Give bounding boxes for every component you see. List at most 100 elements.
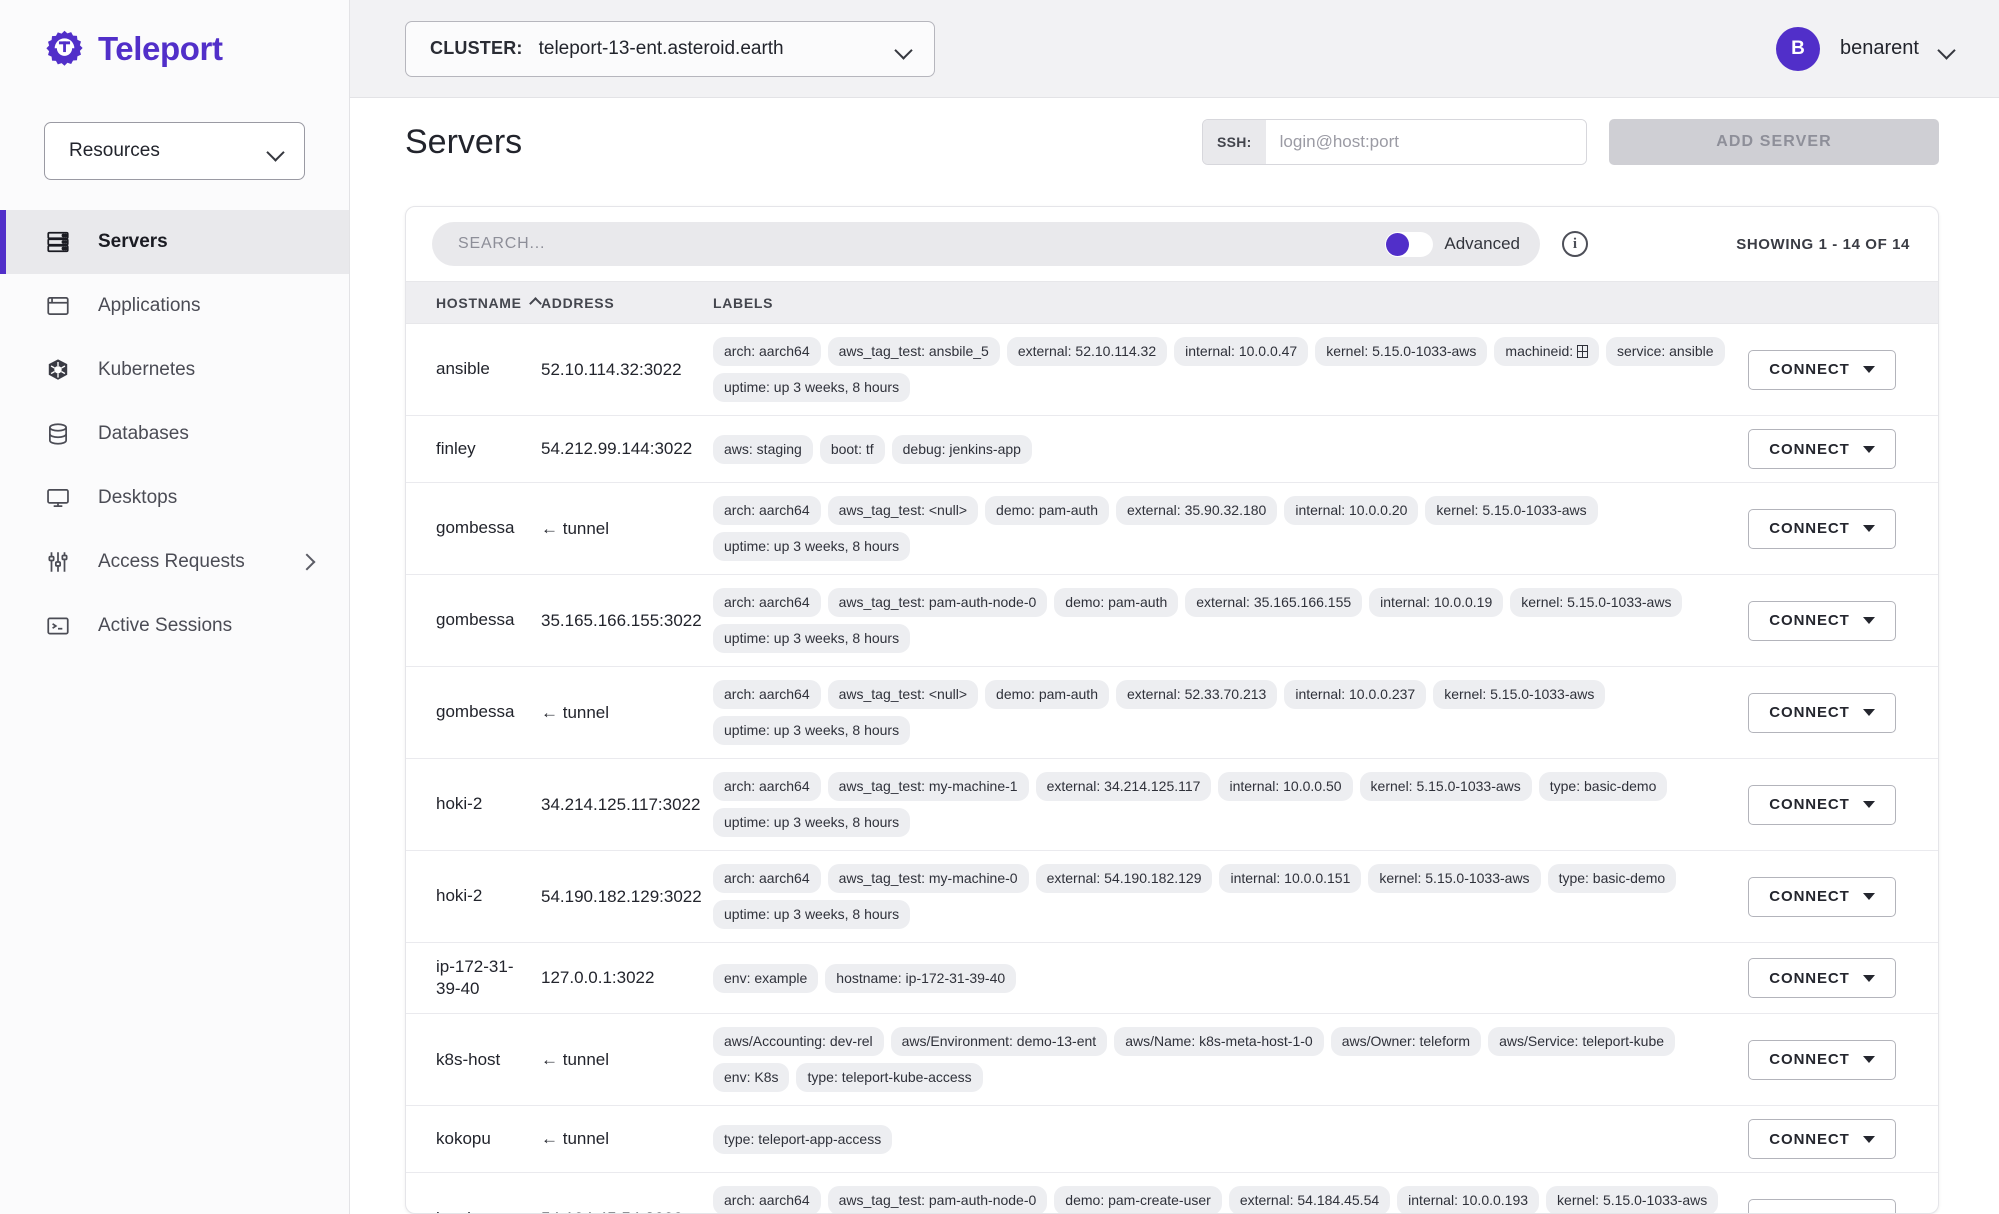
table-row[interactable]: local-pam54.184.45.54:3022arch: aarch64a… (406, 1172, 1938, 1213)
label-chip[interactable]: arch: aarch64 (713, 337, 821, 366)
label-chip[interactable]: arch: aarch64 (713, 772, 821, 801)
label-chip[interactable]: aws_tag_test: <null> (827, 496, 979, 525)
label-chip[interactable]: demo: pam-auth (1054, 588, 1179, 617)
label-chip[interactable]: type: teleport-kube-access (796, 1063, 983, 1093)
label-chip[interactable]: internal: 10.0.0.50 (1218, 772, 1353, 801)
label-chip[interactable]: boot: tf (819, 434, 885, 464)
label-chip[interactable]: arch: aarch64 (713, 864, 821, 893)
advanced-toggle[interactable] (1385, 231, 1434, 257)
add-server-button[interactable]: ADD SERVER (1609, 119, 1939, 165)
label-chip[interactable]: demo: pam-auth (985, 680, 1109, 709)
label-chip[interactable]: external: 52.33.70.213 (1115, 680, 1278, 709)
label-chip[interactable]: aws/Environment: demo-13-ent (890, 1027, 1108, 1057)
label-chip[interactable]: debug: jenkins-app (891, 434, 1032, 464)
label-chip[interactable]: aws/Accounting: dev-rel (713, 1027, 884, 1057)
sidebar-item-access-requests[interactable]: Access Requests (0, 530, 349, 594)
label-chip[interactable]: external: 52.10.114.32 (1006, 337, 1168, 366)
label-chip[interactable]: arch: aarch64 (713, 1186, 821, 1213)
sidebar-item-kubernetes[interactable]: Kubernetes (0, 338, 349, 402)
label-chip[interactable]: aws/Name: k8s-meta-host-1-0 (1114, 1027, 1324, 1057)
label-chip[interactable]: machineid: (1494, 337, 1600, 366)
label-chip[interactable]: uptime: up 3 weeks, 8 hours (713, 900, 911, 929)
label-chip[interactable]: uptime: up 3 weeks, 8 hours (713, 624, 911, 653)
label-chip[interactable]: external: 34.214.125.117 (1035, 772, 1212, 801)
connect-button[interactable]: CONNECT (1748, 784, 1896, 825)
label-chip[interactable]: aws_tag_test: ansbile_5 (827, 337, 1000, 366)
sidebar-item-active-sessions[interactable]: Active Sessions (0, 594, 349, 658)
connect-button[interactable]: CONNECT (1748, 1119, 1896, 1160)
label-chip[interactable]: internal: 10.0.0.237 (1284, 680, 1427, 709)
label-chip[interactable]: type: teleport-app-access (713, 1124, 893, 1154)
label-chip[interactable]: internal: 10.0.0.193 (1397, 1186, 1540, 1213)
label-chip[interactable]: type: basic-demo (1547, 864, 1677, 893)
label-chip[interactable]: uptime: up 3 weeks, 8 hours (713, 373, 911, 402)
label-chip[interactable]: aws: staging (713, 434, 813, 464)
table-row[interactable]: gombessa ← tunnel arch: aarch64 aws_tag_tes… (406, 482, 1938, 575)
info-circle-icon[interactable]: i (1562, 231, 1588, 257)
table-row[interactable]: k8s-host ← tunnel aws/Accounting: dev-rel a… (406, 1013, 1938, 1107)
brand-logo[interactable]: Teleport (0, 0, 349, 98)
label-chip[interactable]: kernel: 5.15.0-1033-aws (1425, 496, 1598, 525)
ssh-input[interactable] (1265, 120, 1586, 164)
label-chip[interactable]: kernel: 5.15.0-1033-aws (1368, 864, 1541, 893)
label-chip[interactable]: kernel: 5.15.0-1033-aws (1359, 772, 1532, 801)
label-chip[interactable]: external: 54.184.45.54 (1228, 1186, 1391, 1213)
label-chip[interactable]: internal: 10.0.0.151 (1219, 864, 1362, 893)
connect-button[interactable]: CONNECT (1748, 1039, 1896, 1080)
connect-button[interactable]: CONNECT (1748, 692, 1896, 733)
table-row[interactable]: hoki-2 54.190.182.129:3022 arch: aarch64 aw… (406, 850, 1938, 943)
label-chip[interactable]: aws_tag_test: pam-auth-node-0 (827, 1186, 1048, 1213)
connect-button[interactable]: CONNECT (1748, 600, 1896, 641)
table-row[interactable]: finley 54.212.99.144:3022 aws: staging boot… (406, 415, 1938, 483)
label-chip[interactable]: env: example (713, 963, 819, 993)
label-chip[interactable]: kernel: 5.15.0-1033-aws (1433, 680, 1606, 709)
label-chip[interactable]: internal: 10.0.0.47 (1174, 337, 1309, 366)
connect-button[interactable]: CONNECT (1748, 429, 1896, 469)
label-chip[interactable]: kernel: 5.15.0-1033-aws (1315, 337, 1488, 366)
user-menu[interactable]: B benarent (1776, 26, 1955, 71)
label-chip[interactable]: kernel: 5.15.0-1033-aws (1546, 1186, 1719, 1213)
connect-button[interactable]: CONNECT (1748, 349, 1896, 390)
label-chip[interactable]: arch: aarch64 (713, 680, 821, 709)
table-row[interactable]: kokopu ← tunnel type: teleport-app-access C… (406, 1105, 1938, 1174)
label-chip[interactable]: external: 35.165.166.155 (1185, 588, 1363, 617)
label-chip[interactable]: uptime: up 3 weeks, 8 hours (713, 808, 911, 837)
label-chip[interactable]: aws/Owner: teleform (1330, 1027, 1482, 1057)
label-chip[interactable]: aws_tag_test: pam-auth-node-0 (827, 588, 1048, 617)
column-header-address[interactable]: ADDRESS (541, 281, 713, 324)
label-chip[interactable]: aws/Service: teleport-kube (1488, 1027, 1676, 1057)
label-chip[interactable]: kernel: 5.15.0-1033-aws (1510, 588, 1683, 617)
label-chip[interactable]: aws_tag_test: <null> (827, 680, 979, 709)
label-chip[interactable]: uptime: up 3 weeks, 8 hours (713, 532, 911, 561)
sidebar-item-desktops[interactable]: Desktops (0, 466, 349, 530)
table-row[interactable]: ansible 52.10.114.32:3022 arch: aarch64 aws… (406, 323, 1938, 416)
table-row[interactable]: gombessa ← tunnel arch: aarch64 aws_tag_tes… (406, 666, 1938, 759)
table-row[interactable]: ip-172-31-39-40 127.0.0.1:3022 env: exampl… (406, 942, 1938, 1015)
table-row[interactable]: gombessa 35.165.166.155:3022 arch: aarch64… (406, 574, 1938, 667)
label-chip[interactable]: internal: 10.0.0.19 (1369, 588, 1504, 617)
cluster-selector[interactable]: CLUSTER: teleport-13-ent.asteroid.earth (405, 20, 935, 77)
label-chip[interactable]: external: 35.90.32.180 (1115, 496, 1278, 525)
label-chip[interactable]: aws_tag_test: my-machine-0 (827, 864, 1029, 893)
table-row[interactable]: hoki-2 34.214.125.117:3022 arch: aarch64 aw… (406, 758, 1938, 851)
label-chip[interactable]: hostname: ip-172-31-39-40 (825, 963, 1017, 993)
search-input[interactable] (432, 222, 1386, 266)
connect-button[interactable]: CONNECT (1748, 876, 1896, 917)
label-chip[interactable]: external: 54.190.182.129 (1035, 864, 1213, 893)
label-chip[interactable]: arch: aarch64 (713, 496, 821, 525)
label-chip[interactable]: uptime: up 3 weeks, 8 hours (713, 716, 911, 745)
label-chip[interactable]: demo: pam-auth (985, 496, 1109, 525)
sidebar-item-servers[interactable]: Servers (0, 210, 349, 274)
label-chip[interactable]: aws_tag_test: my-machine-1 (827, 772, 1029, 801)
label-chip[interactable]: arch: aarch64 (713, 588, 821, 617)
label-chip[interactable]: service: ansible (1606, 337, 1725, 366)
label-chip[interactable]: internal: 10.0.0.20 (1284, 496, 1419, 525)
sidebar-item-applications[interactable]: Applications (0, 274, 349, 338)
connect-button[interactable]: CONNECT (1748, 508, 1896, 549)
label-chip[interactable]: demo: pam-create-user (1054, 1186, 1222, 1213)
label-chip[interactable]: env: K8s (713, 1063, 790, 1093)
connect-button[interactable]: CONNECT (1748, 1198, 1896, 1213)
column-header-hostname[interactable]: HOSTNAME (406, 281, 541, 324)
connect-button[interactable]: CONNECT (1748, 958, 1896, 999)
resource-type-select[interactable]: Resources (44, 122, 305, 180)
